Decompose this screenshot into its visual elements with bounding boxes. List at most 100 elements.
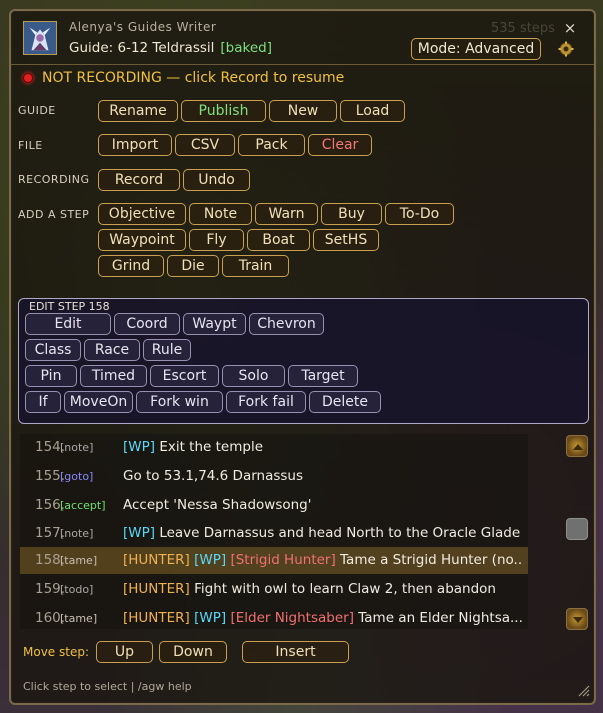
step-type-tag: [goto] — [60, 470, 94, 483]
move-up-button[interactable]: Up — [96, 641, 153, 663]
step-text-segment: Leave Darnassus and head North to the Or… — [155, 525, 521, 541]
section-label-add-step: ADD A STEP — [18, 208, 90, 221]
fly-button[interactable]: Fly — [189, 229, 244, 251]
pin-button[interactable]: Pin — [25, 365, 77, 387]
recording-status-text: NOT RECORDING — click Record to resume — [42, 70, 345, 86]
boat-button[interactable]: Boat — [247, 229, 310, 251]
chevron-button[interactable]: Chevron — [249, 313, 324, 335]
move-down-button[interactable]: Down — [159, 641, 227, 663]
step-row[interactable]: 156. [accept] Accept 'Nessa Shadowsong' — [20, 492, 528, 519]
csv-button[interactable]: CSV — [175, 134, 235, 156]
step-text: [HUNTER] [WP] [Strigid Hunter] Tame a St… — [123, 547, 523, 574]
step-hunter-segment: [HUNTER] — [123, 610, 190, 626]
step-row[interactable]: 160. [tame] [HUNTER] [WP] [Elder Nightsabe… — [20, 605, 528, 632]
edit-step-panel: EDIT STEP 158 Edit Coord Waypt Chevron C… — [18, 298, 589, 424]
die-button[interactable]: Die — [167, 255, 219, 277]
escort-button[interactable]: Escort — [150, 365, 219, 387]
step-text: [HUNTER] Fight with owl to learn Claw 2,… — [123, 576, 523, 603]
step-row[interactable]: 154. [note] [WP] Exit the temple — [20, 434, 528, 461]
close-button[interactable]: × — [562, 19, 578, 37]
section-label-file: FILE — [18, 139, 43, 152]
class-button[interactable]: Class — [25, 339, 81, 361]
step-text: [HUNTER] [WP] [Elder Nightsaber] Tame an… — [123, 605, 523, 632]
step-text-segment: Exit the temple — [155, 439, 263, 455]
delete-button[interactable]: Delete — [309, 391, 381, 413]
section-label-recording: RECORDING — [18, 173, 90, 186]
target-button[interactable]: Target — [288, 365, 358, 387]
step-text-segment: Go to 53.1,74.6 Darnassus — [123, 468, 304, 484]
fork-win-button[interactable]: Fork win — [136, 391, 223, 413]
todo-button[interactable]: To-Do — [385, 203, 454, 225]
pack-button[interactable]: Pack — [238, 134, 305, 156]
mode-button[interactable]: Mode: Advanced — [411, 38, 541, 60]
publish-button[interactable]: Publish — [181, 100, 266, 122]
avatar — [23, 21, 57, 55]
step-text: Accept 'Nessa Shadowsong' — [123, 492, 523, 519]
waypoint-button[interactable]: Waypoint — [98, 229, 186, 251]
if-button[interactable]: If — [25, 391, 61, 413]
step-wp-segment: [WP] — [123, 525, 156, 541]
coord-button[interactable]: Coord — [114, 313, 180, 335]
step-row[interactable]: 157. [note] [WP] Leave Darnassus and head … — [20, 520, 528, 547]
step-count-ghost: 535 steps — [491, 21, 555, 36]
import-button[interactable]: Import — [98, 134, 172, 156]
race-button[interactable]: Race — [84, 339, 140, 361]
resize-grip-icon[interactable] — [576, 683, 590, 697]
buy-button[interactable]: Buy — [321, 203, 382, 225]
title-bar[interactable]: Alenya's Guides Writer Guide: 6-12 Teldr… — [11, 11, 594, 65]
step-hunter-segment: [HUNTER] — [123, 552, 190, 568]
guide-title: Guide: 6-12 Teldrassil [baked] — [69, 40, 272, 56]
step-type-tag: [note] — [60, 527, 94, 540]
scroll-down-button[interactable] — [566, 608, 588, 630]
grind-button[interactable]: Grind — [98, 255, 164, 277]
app-title: Alenya's Guides Writer — [69, 20, 217, 34]
step-row[interactable]: 159. [todo] [HUNTER] Fight with owl to lea… — [20, 576, 528, 603]
step-npc-segment: [Strigid Hunter] — [226, 552, 336, 568]
guide-name: Guide: 6-12 Teldrassil — [69, 40, 215, 56]
step-text-segment: Accept 'Nessa Shadowsong' — [123, 497, 312, 513]
sethS-button[interactable]: SetHS — [313, 229, 379, 251]
solo-button[interactable]: Solo — [222, 365, 285, 387]
step-npc-segment: [Elder Nightsaber] — [226, 610, 354, 626]
step-type-tag: [note] — [60, 441, 94, 454]
portrait-icon — [24, 22, 56, 54]
step-text: [WP] Leave Darnassus and head North to t… — [123, 520, 523, 547]
scroll-up-button[interactable] — [566, 435, 588, 457]
undo-button[interactable]: Undo — [183, 169, 250, 191]
guides-writer-window: Alenya's Guides Writer Guide: 6-12 Teldr… — [9, 9, 596, 705]
timed-button[interactable]: Timed — [80, 365, 147, 387]
load-button[interactable]: Load — [340, 100, 405, 122]
note-button[interactable]: Note — [189, 203, 252, 225]
insert-button[interactable]: Insert — [242, 641, 349, 663]
clear-button[interactable]: Clear — [308, 134, 372, 156]
recording-status: NOT RECORDING — click Record to resume — [23, 70, 344, 86]
rename-button[interactable]: Rename — [98, 100, 178, 122]
moveon-button[interactable]: MoveOn — [64, 391, 133, 413]
step-row-selected[interactable]: 158. [tame] [HUNTER] [WP] [Strigid Hunter]… — [20, 547, 528, 574]
fork-fail-button[interactable]: Fork fail — [226, 391, 306, 413]
footer-help: Click step to select | /agw help — [23, 680, 192, 693]
section-label-guide: GUIDE — [18, 104, 56, 117]
step-text-segment: Tame a Strigid Hunter (no... — [335, 552, 523, 568]
step-wp-segment: [WP] — [189, 610, 227, 626]
gear-icon[interactable] — [558, 41, 574, 57]
step-text-segment: Fight with owl to learn Claw 2, then aba… — [189, 581, 496, 597]
new-button[interactable]: New — [269, 100, 337, 122]
scrollbar-thumb[interactable] — [566, 518, 588, 540]
objective-button[interactable]: Objective — [98, 203, 186, 225]
step-text: Go to 53.1,74.6 Darnassus — [123, 463, 523, 490]
record-button[interactable]: Record — [98, 169, 180, 191]
edit-button[interactable]: Edit — [25, 313, 111, 335]
step-hunter-segment: [HUNTER] — [123, 581, 190, 597]
warn-button[interactable]: Warn — [255, 203, 318, 225]
rule-button[interactable]: Rule — [143, 339, 191, 361]
step-type-tag: [accept] — [60, 499, 106, 512]
waypt-button[interactable]: Waypt — [183, 313, 246, 335]
step-type-tag: [todo] — [60, 583, 94, 596]
step-type-tag: [tame] — [60, 612, 98, 625]
edit-step-title: EDIT STEP 158 — [29, 300, 110, 313]
step-list: 154. [note] [WP] Exit the temple 155. [goto… — [20, 434, 528, 629]
train-button[interactable]: Train — [222, 255, 289, 277]
arrow-down-icon — [573, 617, 583, 623]
step-row[interactable]: 155. [goto] Go to 53.1,74.6 Darnassus — [20, 463, 528, 490]
